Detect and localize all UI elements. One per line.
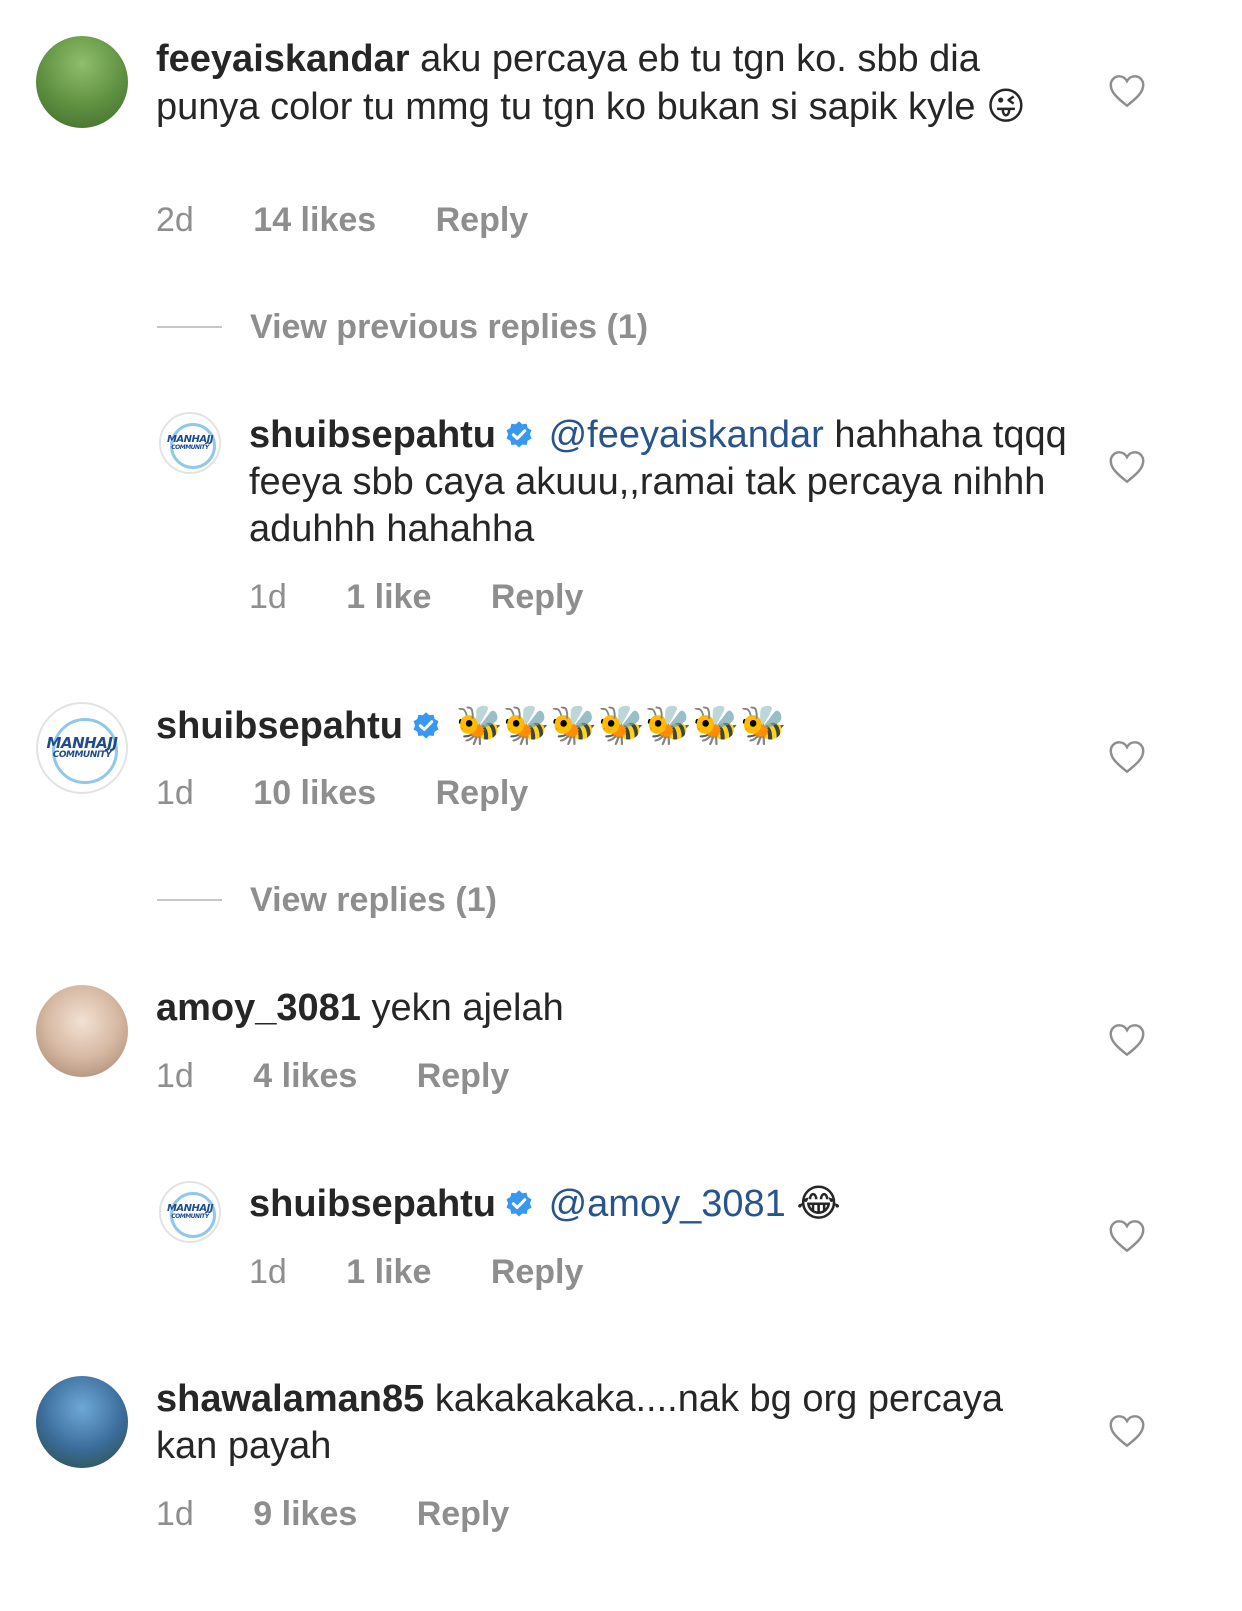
heart-outline-icon[interactable] xyxy=(1108,74,1146,108)
logo-text: MANHAJJ COMMUNITY xyxy=(166,1203,214,1220)
verified-badge-icon xyxy=(506,1190,532,1217)
avatar[interactable] xyxy=(36,1376,128,1468)
likes-count[interactable]: 10 likes xyxy=(253,774,376,812)
avatar[interactable] xyxy=(36,36,128,128)
reply-button[interactable]: Reply xyxy=(436,201,529,239)
view-previous-replies[interactable]: View previous replies (1) xyxy=(157,307,648,347)
comment-body: yekn ajelah xyxy=(371,987,564,1029)
avatar[interactable]: MANHAJJ COMMUNITY xyxy=(159,1181,221,1243)
view-replies[interactable]: View replies (1) xyxy=(157,880,497,920)
username[interactable]: amoy_3081 xyxy=(156,987,361,1029)
username[interactable]: shawalaman85 xyxy=(156,1378,424,1420)
logo-text: MANHAJJ COMMUNITY xyxy=(166,434,214,451)
likes-count[interactable]: 1 like xyxy=(346,1253,431,1291)
mention-link[interactable]: @amoy_3081 xyxy=(549,1183,786,1225)
likes-count[interactable]: 9 likes xyxy=(253,1495,357,1533)
mention-link[interactable]: @feeyaiskandar xyxy=(549,414,824,456)
logo-text: MANHAJJ COMMUNITY xyxy=(46,734,118,760)
thread-line xyxy=(157,326,222,328)
heart-outline-icon[interactable] xyxy=(1108,1023,1146,1057)
heart-outline-icon[interactable] xyxy=(1108,450,1146,484)
timestamp: 2d xyxy=(156,201,194,239)
winking-tongue-emoji: 😜 xyxy=(986,84,1026,128)
view-replies-label: View replies (1) xyxy=(250,880,497,919)
comment-meta: 1d 10 likes Reply xyxy=(156,773,578,813)
reply-button[interactable]: Reply xyxy=(417,1495,510,1533)
view-previous-replies-label: View previous replies (1) xyxy=(250,307,649,346)
reply-button[interactable]: Reply xyxy=(436,774,529,812)
comment-meta: 1d 1 like Reply xyxy=(249,577,633,617)
thread-line xyxy=(157,899,222,901)
comment-text: amoy_3081 yekn ajelah xyxy=(156,985,1056,1032)
timestamp: 1d xyxy=(156,774,194,812)
avatar[interactable] xyxy=(36,985,128,1077)
comment-meta: 2d 14 likes Reply xyxy=(156,200,578,240)
avatar[interactable]: MANHAJJ COMMUNITY xyxy=(159,412,221,474)
avatar[interactable]: MANHAJJ COMMUNITY xyxy=(36,702,128,794)
reply-button[interactable]: Reply xyxy=(417,1057,510,1095)
heart-outline-icon[interactable] xyxy=(1108,740,1146,774)
likes-count[interactable]: 4 likes xyxy=(253,1057,357,1095)
comment-meta: 1d 1 like Reply xyxy=(249,1252,633,1292)
timestamp: 1d xyxy=(249,578,287,616)
username[interactable]: shuibsepahtu xyxy=(156,705,403,747)
laughing-emoji: 😂 xyxy=(796,1181,841,1225)
comment-text: feeyaiskandar aku percaya eb tu tgn ko. … xyxy=(156,36,1056,131)
heart-outline-icon[interactable] xyxy=(1108,1219,1146,1253)
reply-button[interactable]: Reply xyxy=(491,578,584,616)
timestamp: 1d xyxy=(156,1057,194,1095)
comment-text: shawalaman85 kakakakaka....nak bg org pe… xyxy=(156,1376,1056,1470)
timestamp: 1d xyxy=(249,1253,287,1291)
comment-meta: 1d 4 likes Reply xyxy=(156,1056,559,1096)
timestamp: 1d xyxy=(156,1495,194,1533)
comment-meta: 1d 9 likes Reply xyxy=(156,1494,559,1534)
username[interactable]: shuibsepahtu xyxy=(249,414,496,456)
verified-badge-icon xyxy=(506,421,532,448)
username[interactable]: feeyaiskandar xyxy=(156,38,410,80)
reply-button[interactable]: Reply xyxy=(491,1253,584,1291)
comment-text: shuibsepahtu @amoy_3081 😂 xyxy=(249,1180,1069,1228)
username[interactable]: shuibsepahtu xyxy=(249,1183,496,1225)
comment-text: shuibsepahtu @feeyaiskandar hahhaha tqqq… xyxy=(249,412,1069,553)
likes-count[interactable]: 14 likes xyxy=(253,201,376,239)
heart-outline-icon[interactable] xyxy=(1108,1414,1146,1448)
verified-badge-icon xyxy=(413,712,439,739)
comment-text: shuibsepahtu 🐝🐝🐝🐝🐝🐝🐝 xyxy=(156,702,1056,750)
bee-emoji-row: 🐝🐝🐝🐝🐝🐝🐝 xyxy=(455,703,787,747)
likes-count[interactable]: 1 like xyxy=(346,578,431,616)
